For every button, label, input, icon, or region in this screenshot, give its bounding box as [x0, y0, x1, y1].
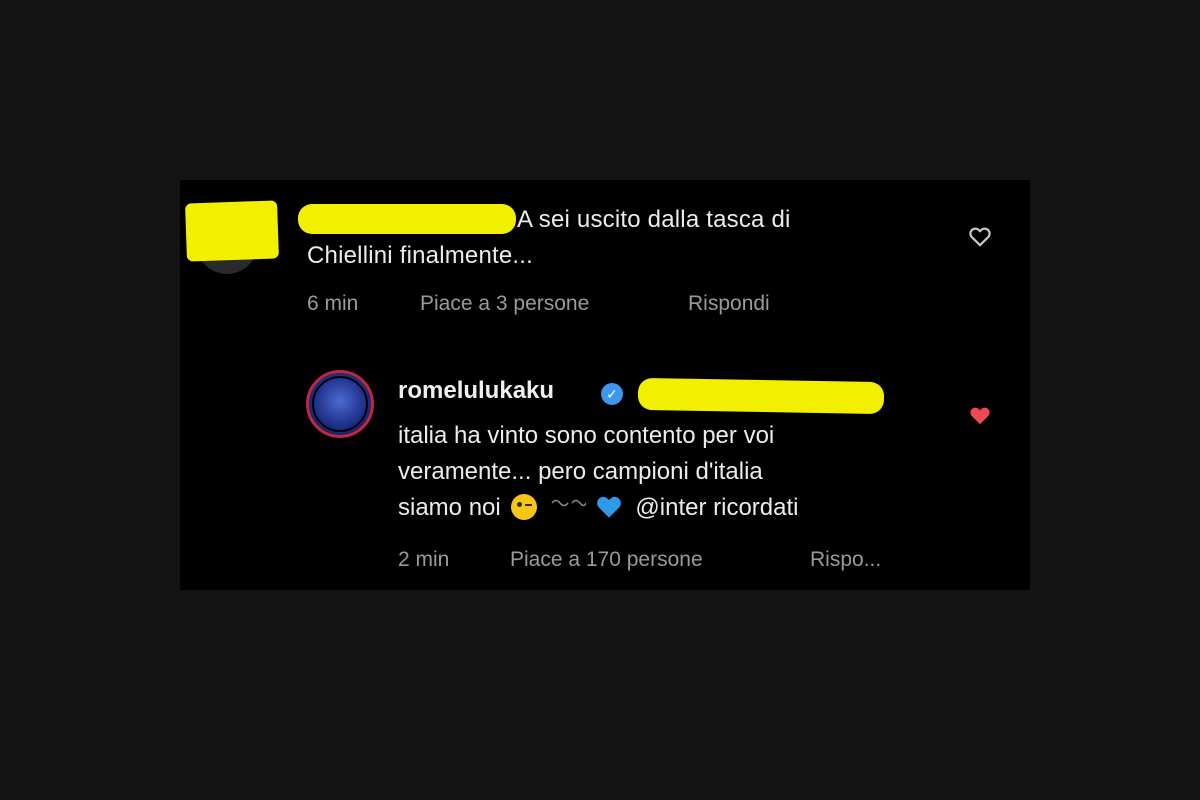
comment-2-text: italia ha vinto sono contento per voi ve… — [398, 418, 958, 526]
verified-badge-icon: ✓ — [601, 383, 623, 405]
comments-screenshot: A sei uscito dalla tasca di Chiellini fi… — [180, 180, 1030, 590]
winking-face-emoji — [511, 494, 538, 520]
comment-2-line2: veramente... pero campioni d'italia — [398, 458, 763, 485]
user-avatar[interactable] — [306, 370, 374, 438]
heart-filled-icon[interactable] — [967, 402, 993, 428]
comment-2-reply: romelulukaku ✓ italia ha vinto sono cont… — [180, 180, 1030, 590]
comment-2-line1: italia ha vinto sono contento per voi — [398, 422, 775, 449]
blue-heart-emoji — [596, 496, 621, 518]
comment-2-reply-button[interactable]: Rispo... — [810, 548, 881, 572]
comment-2-line3-start: siamo noi — [398, 494, 501, 521]
comment-2-likes[interactable]: Piace a 170 persone — [510, 548, 703, 572]
redaction-mark-mention — [637, 377, 885, 415]
avatar-ring — [312, 376, 368, 432]
squiggle-symbol — [551, 499, 587, 507]
comment-2-line3: siamo noi @inter ricordati — [398, 490, 958, 526]
username-link[interactable]: romelulukaku — [398, 377, 554, 405]
comment-2-time: 2 min — [398, 548, 450, 571]
inter-mention-link[interactable]: @inter ricordati — [635, 494, 798, 521]
